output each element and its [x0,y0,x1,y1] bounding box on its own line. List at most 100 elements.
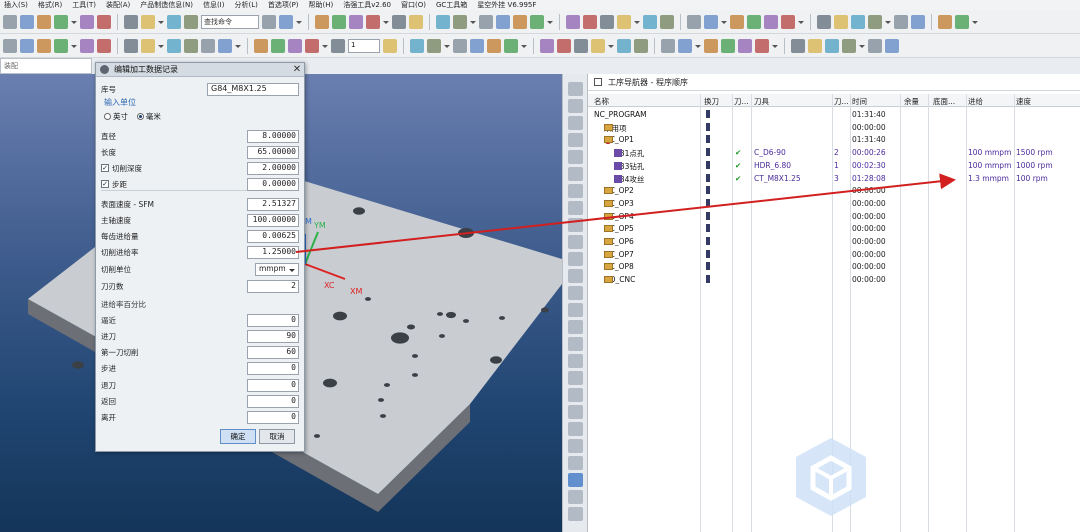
field-value-input[interactable]: 0.00000 [247,177,299,191]
resource-tab-icon[interactable] [568,303,583,317]
toolbar-tool-icon[interactable] [540,38,554,53]
field-value-input[interactable]: 0 [247,411,299,425]
toolbar-tool-icon[interactable] [730,14,744,29]
field-value-input[interactable]: 0 [247,378,299,392]
toolbar-tool-icon[interactable] [513,14,527,29]
resource-tab-icon[interactable] [568,320,583,334]
layer-select[interactable]: 1 [348,38,380,53]
toolbar-tool-icon[interactable] [557,38,571,53]
toolbar-tool-icon[interactable] [583,14,597,29]
field-value-input[interactable]: 90 [247,329,299,343]
column-header[interactable]: 底面... [933,96,955,107]
toolbar-tool-icon[interactable] [37,14,51,29]
hole-feature[interactable] [391,332,409,344]
hole-feature[interactable] [490,356,502,364]
toolbar-tool-icon[interactable] [349,14,363,29]
toolbar-tool-icon[interactable] [591,38,605,53]
chevron-down-icon[interactable] [470,17,476,27]
toolbar-tool-icon[interactable] [332,14,346,29]
toolbar-tool-icon[interactable] [184,38,198,53]
toolbar-tool-icon[interactable] [20,14,34,29]
toolbar-tool-icon[interactable] [487,38,501,53]
toolbar-tool-icon[interactable] [678,38,692,53]
hole-feature[interactable] [407,324,415,330]
toolbar-tool-icon[interactable] [764,14,778,29]
navigator-row[interactable]: ✔NO_CNC 00:00:00 [588,274,1080,287]
chevron-down-icon[interactable] [296,17,302,27]
toolbar-tool-icon[interactable] [366,14,380,29]
flutes-field[interactable]: 2 [247,279,299,293]
toolbar-tool-icon[interactable] [124,38,138,53]
toolbar-tool-icon[interactable] [184,14,198,29]
column-header[interactable]: 刀... [834,96,849,107]
toolbar-tool-icon[interactable] [704,14,718,29]
toolbar-tool-icon[interactable] [3,14,17,29]
toolbar-tool-icon[interactable] [279,14,293,29]
resource-tab-icon[interactable] [568,286,583,300]
toolbar-tool-icon[interactable] [868,14,882,29]
field-checkbox[interactable]: ✓ [101,164,109,172]
toolbar-tool-icon[interactable] [938,14,952,29]
field-value-input[interactable]: 2.00000 [247,161,299,175]
toolbar-tool-icon[interactable] [868,38,882,53]
resource-tab-icon[interactable] [568,490,583,504]
chevron-down-icon[interactable] [71,41,77,51]
library-field[interactable]: G84_M8X1.25 [207,82,299,96]
field-value-input[interactable]: 8.00000 [247,129,299,143]
toolbar-tool-icon[interactable] [331,38,345,53]
unit-mm-radio[interactable]: 毫米 [136,111,161,122]
chevron-down-icon[interactable] [859,41,865,51]
menu-item[interactable]: 浩强工具v2.60 [343,0,391,10]
hole-feature[interactable] [499,316,505,320]
toolbar-tool-icon[interactable] [254,38,268,53]
toolbar-tool-icon[interactable] [124,14,138,29]
field-value-input[interactable]: 60 [247,346,299,360]
field-value-input[interactable]: 100.00000 [247,213,299,227]
toolbar-tool-icon[interactable] [851,14,865,29]
toolbar-tool-icon[interactable] [747,14,761,29]
toolbar-tool-icon[interactable] [97,38,111,53]
toolbar-tool-icon[interactable] [3,38,17,53]
hole-feature[interactable] [412,373,418,377]
navigator-row[interactable]: ✔NC_OP6 00:00:00 [588,236,1080,249]
toolbar-tool-icon[interactable] [643,14,657,29]
resource-tab-icon[interactable] [568,252,583,266]
toolbar-tool-icon[interactable] [37,38,51,53]
toolbar-tool-icon[interactable] [738,38,752,53]
toolbar-tool-icon[interactable] [453,38,467,53]
toolbar-tool-icon[interactable] [660,14,674,29]
column-header[interactable]: 刀具 [754,96,769,107]
toolbar-tool-icon[interactable] [410,38,424,53]
chevron-down-icon[interactable] [71,17,77,27]
toolbar-tool-icon[interactable] [661,38,675,53]
field-value-input[interactable]: 0 [247,313,299,327]
toolbar-tool-icon[interactable] [617,14,631,29]
hole-feature[interactable] [541,307,549,313]
navigator-row[interactable]: ✔NC_OP4 00:00:00 [588,211,1080,224]
menu-item[interactable]: 首选项(P) [268,0,299,10]
chevron-down-icon[interactable] [695,41,701,51]
navigator-row[interactable]: NC_OP1 01:31:40 [588,134,1080,147]
navigator-row[interactable]: G84攻丝 ▮ ✔ CT_M8X1.25 3 01:28:08 1.3 mmpm 100 rp… [588,173,1080,186]
resource-tab-icon[interactable] [568,184,583,198]
menu-item[interactable]: 插入(S) [4,0,28,10]
resource-tab-icon[interactable] [568,422,583,436]
column-header[interactable]: 速度 [1016,96,1031,107]
field-value-input[interactable]: 2.51327 [247,197,299,211]
hole-feature[interactable] [446,311,456,319]
resource-tab-icon[interactable] [568,99,583,113]
menu-item[interactable]: 产品制造信息(N) [140,0,193,10]
chevron-down-icon[interactable] [521,41,527,51]
menu-item[interactable]: 信息(I) [203,0,225,10]
resource-tab-icon[interactable] [568,473,583,487]
toolbar-tool-icon[interactable] [392,14,406,29]
toolbar-tool-icon[interactable] [167,14,181,29]
toolbar-tool-icon[interactable] [781,14,795,29]
navigator-row[interactable]: ✔NC_OP5 00:00:00 [588,223,1080,236]
command-search-input[interactable]: 查找命令 [201,14,259,29]
chevron-down-icon[interactable] [235,41,241,51]
chevron-down-icon[interactable] [444,41,450,51]
resource-tab-icon[interactable] [568,116,583,130]
toolbar-tool-icon[interactable] [755,38,769,53]
hole-feature[interactable] [437,312,443,316]
